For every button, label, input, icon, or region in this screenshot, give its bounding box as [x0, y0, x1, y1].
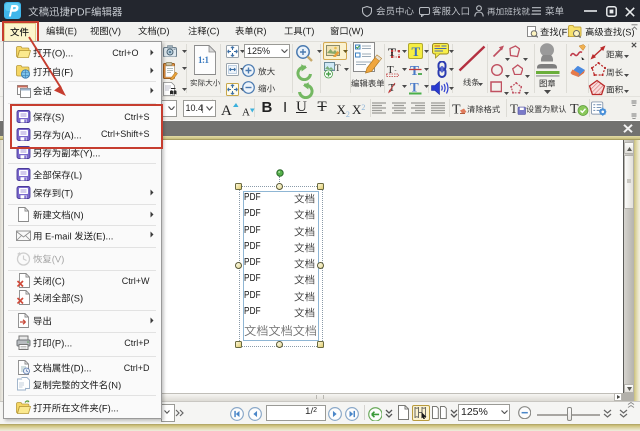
svg-text:T: T: [412, 44, 421, 59]
svg-text:A: A: [242, 107, 250, 118]
svg-text:T: T: [510, 101, 518, 115]
svg-text:T: T: [570, 102, 579, 116]
svg-text:T: T: [452, 103, 461, 117]
svg-text:1:1: 1:1: [198, 55, 209, 65]
svg-text:T: T: [335, 63, 341, 73]
svg-text:T: T: [410, 80, 419, 95]
svg-text:A: A: [221, 103, 232, 117]
svg-text:-: -: [395, 68, 397, 74]
